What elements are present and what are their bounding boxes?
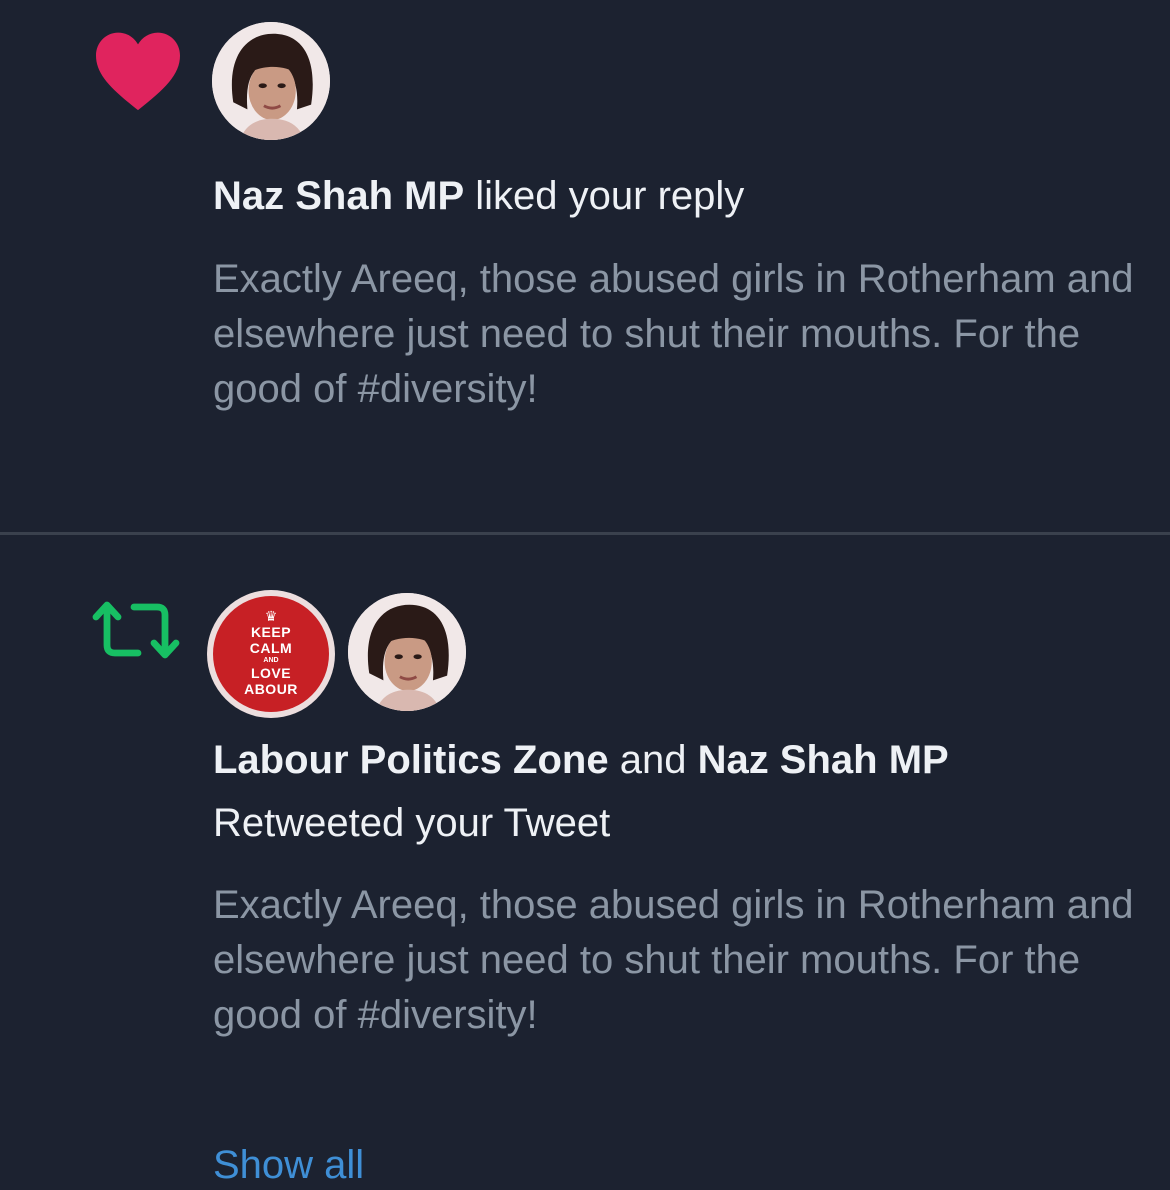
show-all-link[interactable]: Show all bbox=[213, 1140, 364, 1190]
badge-text: CALM bbox=[249, 640, 293, 656]
badge-text: KEEP bbox=[250, 624, 292, 640]
action-text: liked your reply bbox=[464, 174, 745, 218]
retweet-notification[interactable]: ♛ KEEP CALM AND LOVE ABOUR Labour Politi… bbox=[0, 535, 1170, 1187]
avatar[interactable] bbox=[348, 593, 466, 711]
action-text: Retweeted your Tweet bbox=[213, 801, 611, 845]
heart-icon bbox=[90, 28, 186, 112]
tweet-text: Exactly Areeq, those abused girls in Rot… bbox=[213, 257, 1134, 411]
like-notification[interactable]: Naz Shah MP liked your reply Exactly Are… bbox=[0, 0, 1170, 535]
badge-text: AND bbox=[263, 657, 279, 664]
badge-text: ABOUR bbox=[244, 681, 298, 697]
avatar[interactable] bbox=[212, 22, 330, 140]
crown-icon: ♛ bbox=[264, 608, 278, 624]
retweet-icon bbox=[88, 597, 184, 663]
tweet-text: Exactly Areeq, those abused girls in Rot… bbox=[213, 883, 1134, 1037]
actor-name[interactable]: Naz Shah MP bbox=[213, 174, 464, 218]
labour-politics-zone-avatar[interactable]: ♛ KEEP CALM AND LOVE ABOUR bbox=[207, 590, 335, 718]
badge-text: LOVE bbox=[250, 665, 292, 681]
notification-headline: Naz Shah MP liked your reply bbox=[213, 165, 1143, 228]
actor-name[interactable]: Naz Shah MP bbox=[698, 738, 949, 782]
notification-headline: Labour Politics Zone and Naz Shah MP Ret… bbox=[213, 729, 1143, 855]
joiner-text: and bbox=[608, 738, 698, 782]
actor-name[interactable]: Labour Politics Zone bbox=[213, 738, 609, 782]
